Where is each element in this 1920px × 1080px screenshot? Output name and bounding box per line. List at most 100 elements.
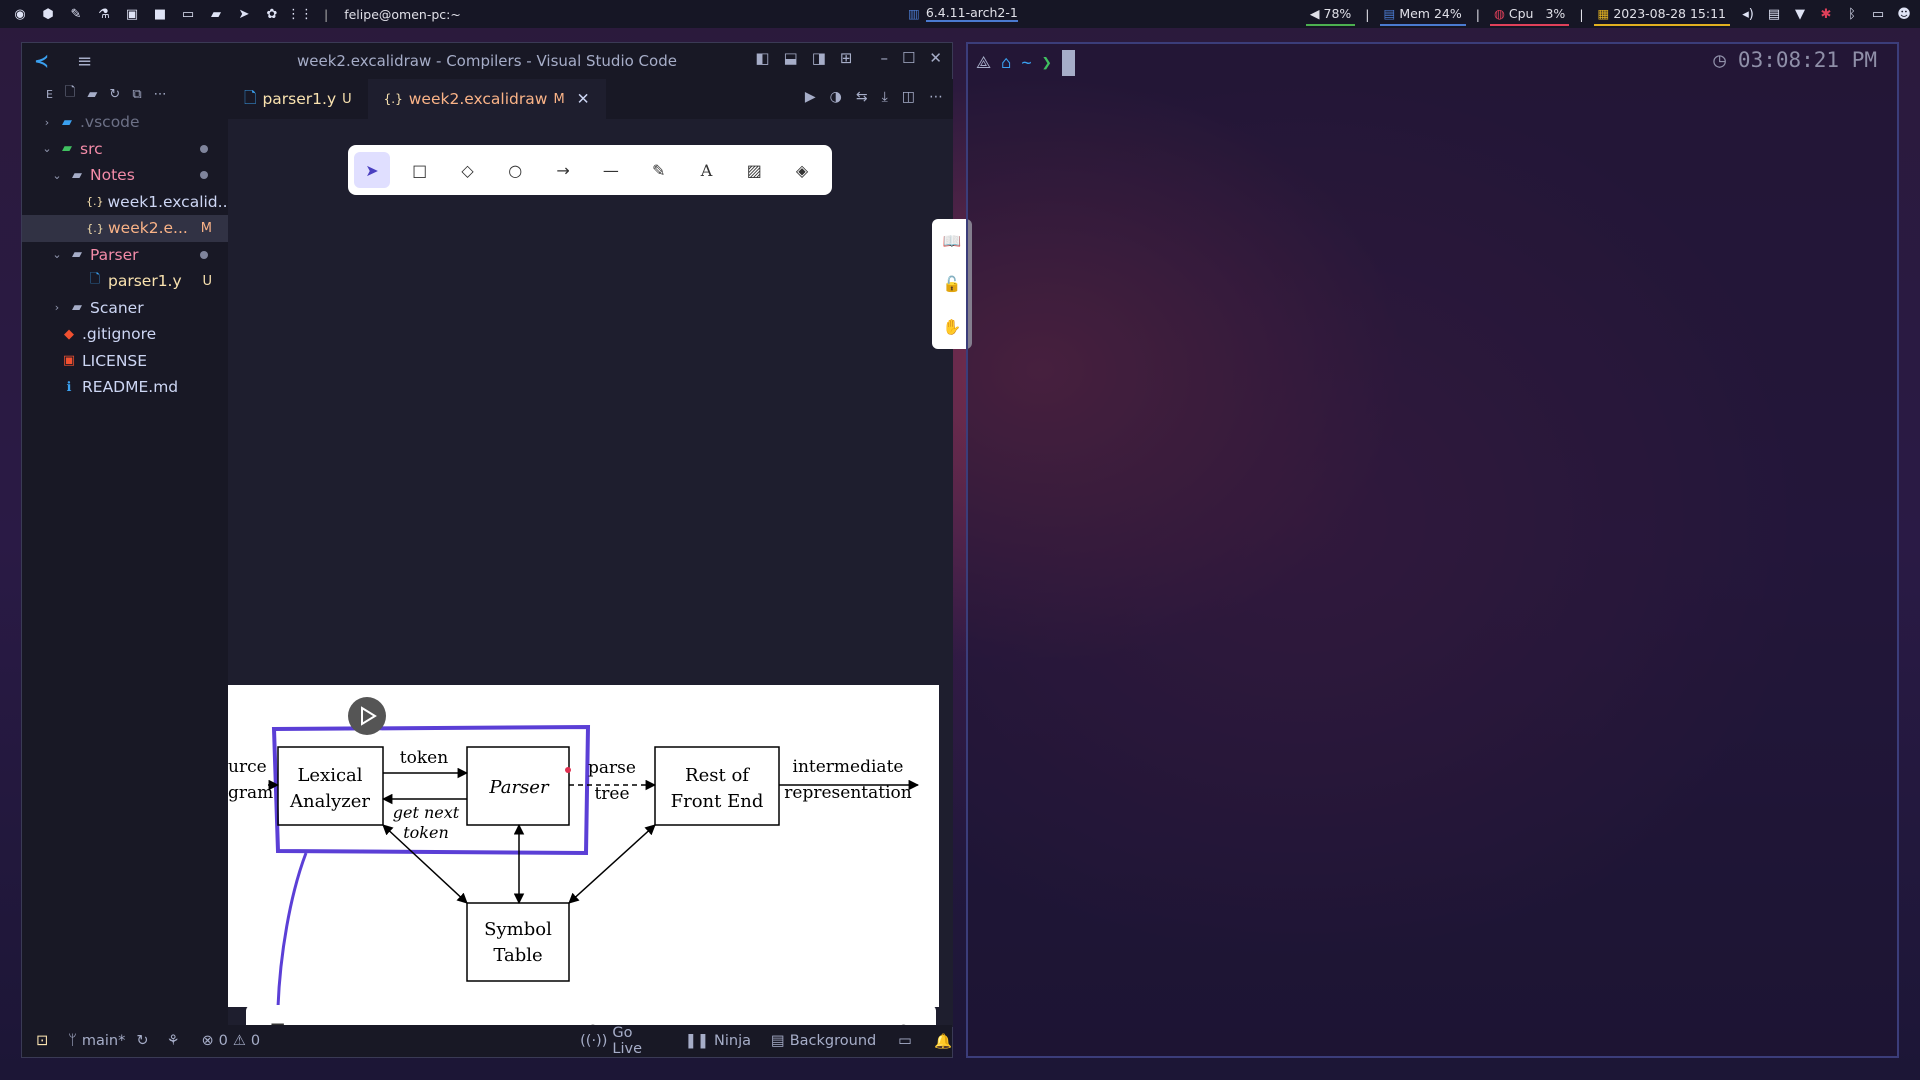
calendar-icon: ▦ (1597, 5, 1610, 21)
tree-item-src[interactable]: ⌄ ▰ src (22, 136, 228, 163)
tree-item-week1[interactable]: {.} week1.excalid... (22, 189, 232, 216)
diamond-tool-icon[interactable]: ◇ (450, 152, 486, 188)
tree-item-scaner[interactable]: › ▰ Scaner (22, 295, 228, 322)
tree-item-vscode[interactable]: › ▰ .vscode (22, 109, 228, 136)
tree-item-parser[interactable]: ⌄ ▰ Parser (22, 242, 228, 269)
hand-tool-icon[interactable]: ✋ (943, 318, 962, 336)
lexical-label: Lexical (297, 765, 362, 786)
cpu-indicator[interactable]: ◍ Cpu 3% (1489, 2, 1570, 26)
open-changes-icon[interactable]: ⇆ (856, 89, 868, 105)
tree-item-label: Scaner (90, 298, 144, 317)
license-icon: ▣ (62, 353, 76, 369)
tab-parser1[interactable]: 🗋 parser1.y U (228, 79, 368, 119)
background-indicator[interactable]: ▤ Background (771, 1033, 876, 1049)
new-folder-icon[interactable]: ▰ (87, 87, 97, 102)
wifi-icon[interactable]: ▼ (1792, 6, 1808, 22)
speaker-icon: ◀ (1309, 5, 1320, 21)
network-app-icon[interactable]: ⬢ (40, 6, 56, 22)
video-camera-icon[interactable]: ■ (152, 6, 168, 22)
customize-layout-icon[interactable]: ⊞ (840, 49, 853, 67)
cpu-label: Cpu (1508, 5, 1534, 21)
ninja-label: Ninja (714, 1033, 752, 1049)
line-tool-icon[interactable]: — (593, 152, 629, 188)
terminal-window[interactable]: ⟁ ⌂ ~ ❯ ◷ 03:08:21 PM (966, 42, 1899, 1058)
library-icon[interactable]: 📖 (943, 232, 962, 250)
bluetooth-icon[interactable]: ᛒ (1844, 6, 1860, 22)
git-graph-icon[interactable]: ⚘ (167, 1033, 180, 1049)
pencil-tool-icon[interactable]: ✎ (641, 152, 677, 188)
arrow-tool-icon[interactable]: → (545, 152, 581, 188)
laptop-icon[interactable]: ▭ (180, 6, 196, 22)
contrast-icon[interactable]: ◑ (830, 89, 842, 105)
git-branch-icon: ᛘ (68, 1033, 77, 1049)
collapse-all-icon[interactable]: ⧉ (132, 87, 141, 102)
split-editor-icon[interactable]: ◫ (902, 89, 915, 105)
more-actions-icon[interactable]: ⋯ (929, 89, 943, 105)
display-icon[interactable]: ▭ (1870, 6, 1886, 22)
minimize-button[interactable]: – (880, 49, 888, 67)
refresh-icon[interactable]: ↻ (109, 87, 120, 102)
tree-item-readme[interactable]: ℹ README.md (22, 374, 228, 401)
prompt-symbol: ❯ (1041, 53, 1052, 73)
modified-dot (200, 144, 208, 153)
folder-icon[interactable]: ▰ (208, 6, 224, 22)
lock-icon[interactable]: 🔓 (943, 275, 962, 293)
arch-menu-icon[interactable]: ◉ (12, 6, 28, 22)
image-viewer-icon[interactable]: ▣ (124, 6, 140, 22)
close-tab-icon[interactable]: ✕ (577, 90, 590, 108)
run-icon[interactable]: ▶ (805, 89, 816, 105)
tab-badge: U (342, 91, 352, 107)
tree-item-parser1[interactable]: 🗋 parser1.y U (22, 268, 228, 295)
tree-item-label: .vscode (80, 113, 140, 132)
new-file-icon[interactable]: 🗋 (65, 83, 75, 105)
warning-icon: ⚠ (232, 1033, 246, 1049)
diagram-image[interactable]: urce gram Lexical Analyzer Parser token … (228, 685, 939, 1007)
open-file-icon[interactable]: ⤓ (882, 89, 888, 105)
notifications-icon[interactable]: 🔔 (934, 1033, 952, 1050)
text-tool-icon[interactable]: A (689, 152, 725, 188)
more-actions-icon[interactable]: ⋯ (154, 87, 167, 102)
datetime-indicator[interactable]: ▦ 2023-08-28 15:11 (1593, 2, 1730, 26)
tree-item-gitignore[interactable]: ◆ .gitignore (22, 321, 228, 348)
remote-icon[interactable]: ⊡ (36, 1033, 48, 1049)
tree-item-license[interactable]: ▣ LICENSE (22, 348, 228, 375)
feedback-icon[interactable]: ▭ (898, 1033, 912, 1049)
toggle-panel-icon[interactable]: ⬓ (784, 49, 798, 67)
pause-icon: ❚❚ (684, 1033, 710, 1049)
ninja-indicator[interactable]: ❚❚ Ninja (685, 1033, 751, 1049)
problems-indicator[interactable]: ⊗ 0 ⚠ 0 (202, 1033, 261, 1049)
volume-tray-icon[interactable]: ◂) (1740, 6, 1756, 22)
tree-item-week2[interactable]: {.} week2.e... M (22, 215, 228, 242)
lexical-analyzer-box (277, 746, 384, 826)
selection-tool-icon[interactable]: ➤ (354, 152, 390, 188)
maximize-button[interactable]: ☐ (902, 49, 915, 67)
branch-indicator[interactable]: ᛘ main* ↻ (68, 1033, 148, 1049)
tab-week2[interactable]: {.} week2.excalidraw M ✕ (367, 79, 606, 119)
separator: | (1579, 6, 1584, 22)
update-icon[interactable]: ✱ (1818, 6, 1834, 22)
toggle-sidebar-icon[interactable]: ◧ (755, 49, 769, 67)
volume-indicator[interactable]: ◀ 78% (1305, 2, 1356, 26)
apps-grid-icon[interactable]: ⋮⋮ (287, 6, 313, 22)
clipboard-icon[interactable]: ▤ (1766, 6, 1782, 22)
toggle-secondary-sidebar-icon[interactable]: ◨ (812, 49, 826, 67)
go-live-button[interactable]: ((·)) Go Live (580, 1025, 663, 1057)
ellipse-tool-icon[interactable]: ○ (497, 152, 533, 188)
table-label: Table (493, 945, 542, 966)
eraser-tool-icon[interactable]: ◈ (784, 152, 820, 188)
avatar-icon[interactable]: ☻ (1896, 6, 1912, 22)
close-button[interactable]: ✕ (929, 49, 942, 67)
memory-indicator[interactable]: ▤ Mem 24% (1379, 2, 1466, 26)
play-button[interactable] (348, 697, 386, 735)
paw-icon[interactable]: ✿ (264, 6, 280, 22)
telegram-icon[interactable]: ➤ (236, 6, 252, 22)
color-picker-icon[interactable]: ✎ (68, 6, 84, 22)
flask-icon[interactable]: ⚗ (96, 6, 112, 22)
tab-badge: M (553, 91, 565, 107)
rectangle-tool-icon[interactable]: □ (402, 152, 438, 188)
separator: | (1475, 6, 1480, 22)
kernel-version: 6.4.11-arch2-1 (925, 5, 1018, 22)
image-tool-icon[interactable]: ▨ (736, 152, 772, 188)
tree-item-notes[interactable]: ⌄ ▰ Notes (22, 162, 228, 189)
clock-icon: ◷ (1713, 48, 1726, 72)
